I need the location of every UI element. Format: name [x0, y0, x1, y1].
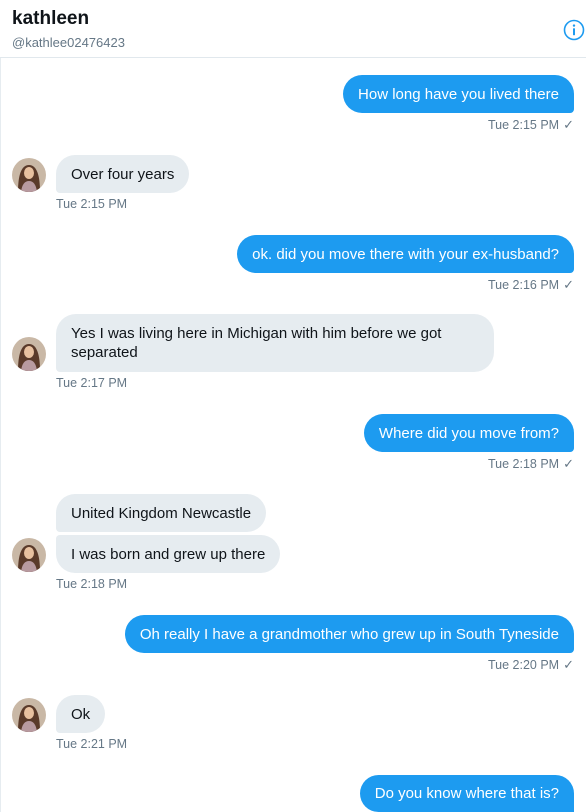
avatar[interactable] — [12, 337, 46, 371]
incoming-message[interactable]: Over four years — [56, 155, 190, 193]
message-meta: Tue 2:20 PM ✓ — [488, 657, 574, 673]
message-text: ok. did you move there with your ex-husb… — [252, 245, 559, 263]
contact-name[interactable]: kathleen — [12, 8, 89, 30]
incoming-message[interactable]: I was born and grew up there — [56, 535, 281, 573]
info-icon[interactable] — [563, 19, 585, 41]
read-check-icon: ✓ — [563, 657, 574, 672]
avatar-image — [12, 698, 46, 732]
outgoing-message[interactable]: Where did you move from? — [363, 414, 574, 452]
avatar[interactable] — [12, 698, 46, 732]
message-time: Tue 2:17 PM — [56, 376, 128, 390]
read-check-icon: ✓ — [563, 456, 574, 471]
contact-handle: @kathlee02476423 — [12, 35, 125, 50]
message-time: Tue 2:21 PM — [56, 737, 128, 751]
message-text: Oh really I have a grandmother who grew … — [139, 625, 559, 643]
avatar[interactable] — [12, 158, 46, 192]
avatar[interactable] — [12, 538, 46, 572]
read-check-icon: ✓ — [563, 277, 574, 292]
outgoing-message[interactable]: Oh really I have a grandmother who grew … — [124, 615, 574, 653]
incoming-message[interactable]: Ok — [56, 695, 106, 733]
message-meta: Tue 2:18 PM ✓ — [488, 456, 574, 472]
message-text: Ok — [71, 705, 91, 723]
outgoing-message[interactable]: Do you know where that is? — [359, 775, 574, 812]
outgoing-message[interactable]: How long have you lived there — [343, 75, 574, 113]
avatar-image — [12, 538, 46, 572]
incoming-message[interactable]: United Kingdom Newcastle — [56, 494, 267, 532]
avatar-image — [12, 158, 46, 192]
message-time: Tue 2:20 PM — [487, 658, 560, 672]
avatar-image — [12, 337, 46, 371]
message-meta: Tue 2:15 PM — [56, 197, 127, 211]
message-meta: Tue 2:21 PM — [56, 737, 127, 751]
incoming-message[interactable]: Yes I was living here in Michigan with h… — [56, 314, 494, 372]
outgoing-message[interactable]: ok. did you move there with your ex-husb… — [237, 235, 574, 273]
message-meta: Tue 2:16 PM ✓ — [488, 277, 574, 293]
message-time: Tue 2:18 PM — [487, 457, 560, 471]
message-meta: Tue 2:15 PM ✓ — [488, 117, 574, 133]
read-check-icon: ✓ — [563, 117, 574, 132]
message-text: Where did you move from? — [378, 424, 559, 442]
message-time: Tue 2:15 PM — [487, 118, 560, 132]
message-meta: Tue 2:17 PM — [56, 376, 127, 390]
message-text: I was born and grew up there — [71, 545, 266, 563]
message-meta: Tue 2:18 PM — [56, 577, 127, 591]
message-text: Yes I was living here in Michigan with h… — [71, 325, 442, 361]
conversation-header: kathleen @kathlee02476423 — [0, 0, 586, 58]
message-text: United Kingdom Newcastle — [71, 504, 252, 522]
message-text: Do you know where that is? — [374, 785, 559, 802]
message-time: Tue 2:18 PM — [56, 577, 128, 591]
message-text: How long have you lived there — [358, 85, 559, 103]
message-time: Tue 2:15 PM — [56, 197, 128, 211]
message-time: Tue 2:16 PM — [487, 278, 560, 292]
message-text: Over four years — [71, 165, 175, 183]
